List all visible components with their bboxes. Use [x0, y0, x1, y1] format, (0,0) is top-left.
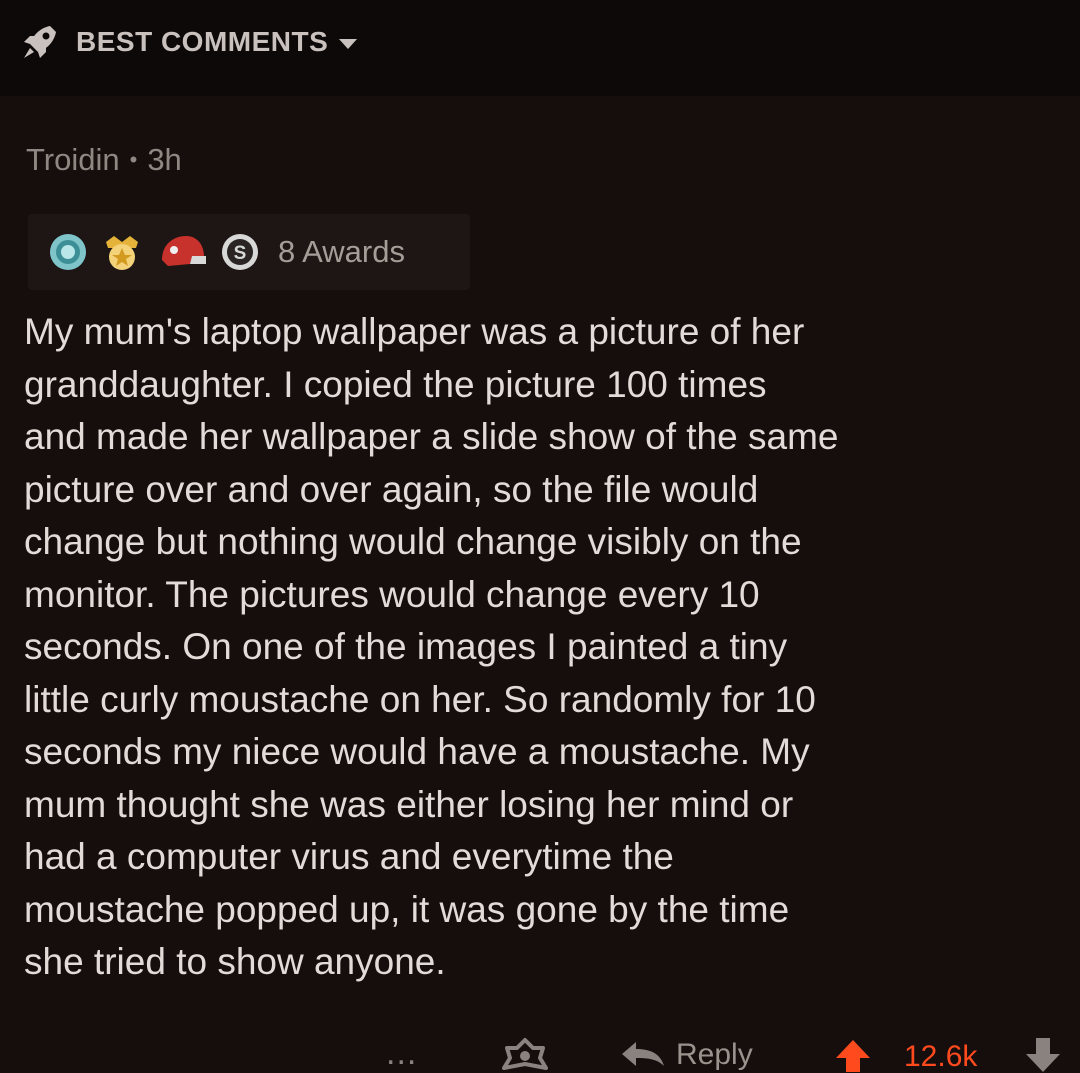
comments-header: BEST COMMENTS [0, 0, 1080, 98]
awards-bar[interactable]: S 8 Awards [28, 214, 470, 290]
reply-button[interactable]: Reply [620, 1038, 753, 1072]
sort-label: BEST COMMENTS [76, 26, 329, 57]
gold-medal-award-icon [106, 236, 138, 270]
comment-meta: Troidin • 3h [26, 142, 182, 178]
comment-body: My mum's laptop wallpaper was a picture … [24, 311, 839, 982]
comment-actions: ... Reply 12.6k [0, 1028, 1080, 1073]
wholesome-award-icon [50, 234, 86, 270]
meta-separator: • [129, 147, 138, 172]
score: 12.6k [904, 1040, 978, 1073]
comment-age: 3h [147, 142, 182, 177]
comment: Troidin • 3h S 8 Awards My mum's laptop … [0, 96, 1080, 1073]
rocket-icon [24, 26, 56, 58]
reply-label: Reply [676, 1038, 753, 1071]
awards-count: 8 Awards [278, 234, 405, 269]
svg-text:S: S [234, 243, 247, 264]
more-options-button[interactable]: ... [386, 1034, 417, 1073]
comment-author[interactable]: Troidin [26, 142, 120, 178]
award-icon[interactable] [500, 1036, 550, 1073]
upvote-arrow-icon[interactable] [834, 1038, 872, 1073]
downvote-arrow-icon[interactable] [1024, 1036, 1062, 1073]
silver-award-icon: S [222, 234, 258, 270]
helmet-award-icon [162, 236, 206, 266]
reply-icon [622, 1042, 664, 1066]
sort-comments-button[interactable]: BEST COMMENTS [20, 20, 358, 64]
caret-down-icon [339, 39, 358, 49]
